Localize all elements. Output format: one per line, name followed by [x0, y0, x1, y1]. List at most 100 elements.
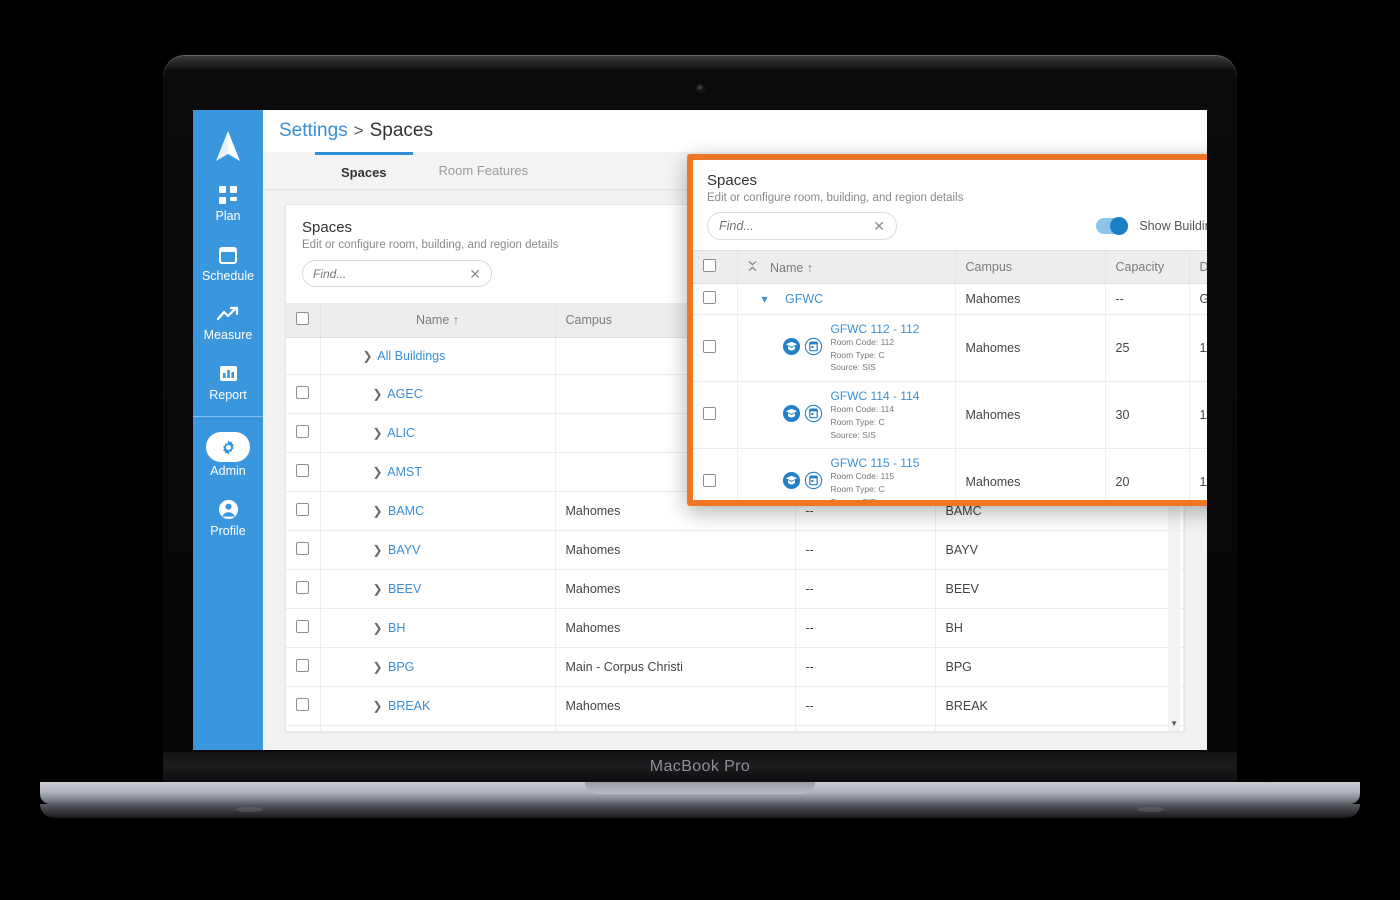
- table-row-room[interactable]: GFWC 115 - 115 Room Code: 115 Room Type:…: [693, 449, 1207, 500]
- row-name-link[interactable]: BH: [388, 621, 405, 635]
- table-row[interactable]: ❯ BAYV Mahomes -- BAYV: [286, 531, 1184, 570]
- sidebar-item-profile[interactable]: Profile: [193, 487, 263, 547]
- row-checkbox[interactable]: [703, 340, 716, 353]
- room-name-link[interactable]: GFWC 114 - 114: [831, 389, 920, 403]
- tab-room-features[interactable]: Room Features: [413, 152, 555, 189]
- scroll-down-arrow-icon[interactable]: ▼: [1170, 719, 1178, 728]
- sidebar-item-label: Measure: [193, 329, 263, 342]
- row-checkbox[interactable]: [296, 659, 309, 672]
- modal-header-left: Spaces Edit or configure room, building,…: [707, 172, 963, 204]
- chevron-right-icon[interactable]: ❯: [373, 660, 385, 674]
- search-input[interactable]: [313, 267, 443, 281]
- calendar-icon[interactable]: [804, 471, 823, 493]
- row-name-cell: ❯ All Buildings: [320, 338, 555, 375]
- row-checkbox[interactable]: [703, 474, 716, 487]
- room-name-link[interactable]: GFWC 115 - 115: [831, 456, 920, 470]
- sidebar-item-plan[interactable]: Plan: [193, 172, 263, 232]
- modal-search-input[interactable]: [719, 219, 849, 233]
- row-name-link[interactable]: AGEC: [387, 387, 422, 401]
- modal-subtitle: Edit or configure room, building, and re…: [707, 192, 963, 204]
- close-icon[interactable]: ✕: [873, 219, 885, 233]
- row-checkbox-cell: [286, 648, 320, 687]
- row-checkbox[interactable]: [703, 291, 716, 304]
- select-all-checkbox[interactable]: [296, 312, 309, 325]
- room-source: Source: SIS: [831, 497, 920, 500]
- modal-column-header-campus[interactable]: Campus: [955, 251, 1105, 284]
- modal-column-header-description[interactable]: Description: [1189, 251, 1207, 284]
- row-name-link[interactable]: BPG: [388, 660, 414, 674]
- row-checkbox[interactable]: [296, 698, 309, 711]
- table-row-room[interactable]: GFWC 112 - 112 Room Code: 112 Room Type:…: [693, 315, 1207, 382]
- row-campus-cell: Mahomes: [955, 315, 1105, 382]
- chevron-right-icon[interactable]: ❯: [373, 699, 385, 713]
- row-checkbox[interactable]: [296, 425, 309, 438]
- table-row[interactable]: ❯ BEEV Mahomes -- BEEV: [286, 570, 1184, 609]
- chevron-right-icon[interactable]: ❯: [373, 504, 385, 518]
- row-name-link[interactable]: AMST: [387, 465, 422, 479]
- row-name-link[interactable]: GFWC: [785, 292, 823, 306]
- chevron-right-icon[interactable]: ❯: [363, 349, 375, 363]
- modal-rooms-table: Name ↑ Campus Capacity Description: [693, 250, 1207, 500]
- sidebar-item-admin[interactable]: Admin: [193, 421, 263, 487]
- row-icons: [782, 337, 823, 359]
- sidebar-item-schedule[interactable]: Schedule: [193, 232, 263, 292]
- search-box[interactable]: ✕: [302, 260, 492, 287]
- row-checkbox[interactable]: [296, 386, 309, 399]
- table-row[interactable]: ❯ BREAK Mahomes -- BREAK: [286, 687, 1184, 726]
- graduation-cap-icon[interactable]: [782, 337, 801, 359]
- show-buildings-label: Show Buildings: [1139, 219, 1207, 233]
- calendar-icon[interactable]: [804, 337, 823, 359]
- row-capacity-cell: --: [795, 609, 935, 648]
- graduation-cap-icon[interactable]: [782, 471, 801, 493]
- row-name-link[interactable]: BAYV: [388, 543, 420, 557]
- row-checkbox[interactable]: [296, 503, 309, 516]
- modal-column-header-capacity[interactable]: Capacity: [1105, 251, 1189, 284]
- toggle-knob: [1110, 217, 1128, 235]
- table-row-room[interactable]: GFWC 114 - 114 Room Code: 114 Room Type:…: [693, 382, 1207, 449]
- sidebar-divider: [193, 416, 263, 417]
- room-source: Source: SIS: [831, 362, 920, 374]
- row-checkbox[interactable]: [296, 620, 309, 633]
- chevron-right-icon[interactable]: ❯: [373, 582, 385, 596]
- row-name-cell: ❯ BEEV: [320, 570, 555, 609]
- row-description-cell: BAYV: [935, 531, 1184, 570]
- chevron-right-icon[interactable]: ❯: [373, 387, 385, 401]
- row-name-link[interactable]: BEEV: [388, 582, 421, 596]
- chevron-down-icon[interactable]: ▾: [762, 292, 774, 306]
- show-buildings-toggle[interactable]: [1096, 218, 1128, 234]
- row-campus-cell: Mahomes: [955, 284, 1105, 315]
- gear-icon: [206, 432, 250, 462]
- breadcrumb-settings-link[interactable]: Settings: [279, 120, 348, 142]
- calendar-icon[interactable]: [804, 404, 823, 426]
- tab-spaces[interactable]: Spaces: [315, 152, 413, 189]
- app-logo-icon[interactable]: [193, 120, 263, 172]
- row-checkbox[interactable]: [296, 581, 309, 594]
- row-checkbox[interactable]: [703, 407, 716, 420]
- row-name-cell: ❯ AMST: [320, 453, 555, 492]
- chevron-right-icon[interactable]: ❯: [373, 543, 385, 557]
- row-checkbox[interactable]: [296, 542, 309, 555]
- collapse-all-icon[interactable]: [748, 260, 757, 273]
- trend-up-icon: [193, 302, 263, 326]
- chevron-right-icon[interactable]: ❯: [373, 465, 385, 479]
- table-row[interactable]: ❯ BPG Main - Corpus Christi -- BPG: [286, 648, 1184, 687]
- sidebar-item-measure[interactable]: Measure: [193, 291, 263, 351]
- row-name-link[interactable]: BAMC: [388, 504, 424, 518]
- row-checkbox[interactable]: [296, 464, 309, 477]
- room-name-link[interactable]: GFWC 112 - 112: [831, 322, 920, 336]
- table-row[interactable]: ❯ BH Mahomes -- BH: [286, 609, 1184, 648]
- sidebar-item-report[interactable]: Report: [193, 351, 263, 411]
- chevron-right-icon[interactable]: ❯: [373, 426, 385, 440]
- modal-search-box[interactable]: ✕: [707, 212, 897, 240]
- row-name-link[interactable]: All Buildings: [377, 349, 445, 363]
- column-header-name[interactable]: Name ↑: [320, 303, 555, 338]
- table-row-building[interactable]: ▾ GFWC Mahomes -- GFWC: [693, 284, 1207, 315]
- select-all-checkbox[interactable]: [703, 259, 716, 272]
- modal-column-header-name[interactable]: Name ↑: [737, 251, 955, 284]
- row-name-link[interactable]: ALIC: [387, 426, 415, 440]
- graduation-cap-icon[interactable]: [782, 404, 801, 426]
- close-icon[interactable]: ✕: [469, 267, 481, 281]
- table-row[interactable]: ❯ BS Mahomes -- BS: [286, 726, 1184, 732]
- row-name-link[interactable]: BREAK: [388, 699, 430, 713]
- chevron-right-icon[interactable]: ❯: [373, 621, 385, 635]
